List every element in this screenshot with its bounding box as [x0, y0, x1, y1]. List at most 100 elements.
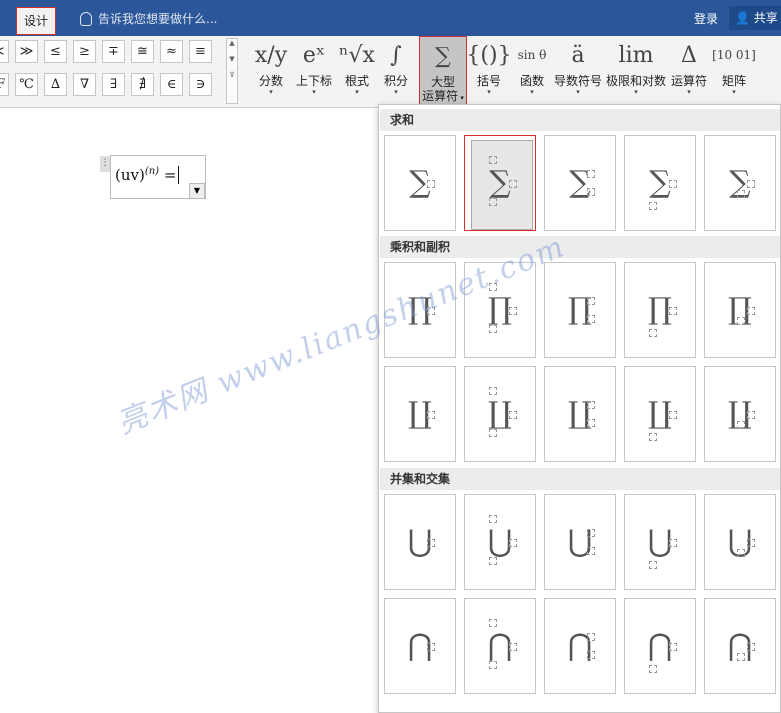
- operator-template-0-0-4[interactable]: ∑: [704, 135, 776, 231]
- placeholder-box: [747, 180, 755, 188]
- symbol-7[interactable]: ≡: [189, 40, 212, 63]
- operator-template-1-0-4[interactable]: ∏: [704, 262, 776, 358]
- operator-template-2-1-3[interactable]: ⋂: [624, 598, 696, 694]
- placeholder-box: [509, 307, 517, 315]
- accent-button[interactable]: ä 导数符号 ▾: [552, 36, 604, 108]
- placeholder-box: [747, 307, 755, 315]
- placeholder-box: [509, 539, 517, 547]
- placeholder-box: [587, 170, 595, 178]
- equation-text: (uv)(n) =: [115, 166, 180, 184]
- login-link[interactable]: 登录: [694, 10, 718, 27]
- placeholder-box: [669, 643, 677, 651]
- operator-template-0-0-3[interactable]: ∑: [624, 135, 696, 231]
- placeholder-box: [747, 643, 755, 651]
- operator-template-0-0-0[interactable]: ∑: [384, 135, 456, 231]
- section-header: 求和: [380, 109, 780, 131]
- operator-template-1-1-4[interactable]: ∐: [704, 366, 776, 462]
- operator-template-1-1-2[interactable]: ∐: [544, 366, 616, 462]
- integral-button[interactable]: ∫ 积分 ▾: [378, 36, 414, 108]
- accent-label: 导数符号: [553, 74, 602, 88]
- placeholder-box: [427, 539, 435, 547]
- limit-log-button[interactable]: lim 极限和对数 ▾: [605, 36, 667, 108]
- limit-log-label: 极限和对数: [605, 74, 666, 88]
- symbol-3[interactable]: ≥: [73, 40, 96, 63]
- matrix-button[interactable]: [10 01] 矩阵 ▾: [712, 36, 756, 108]
- script-button[interactable]: eˣ 上下标 ▾: [292, 36, 336, 108]
- symbol-9[interactable]: ℃: [15, 73, 38, 96]
- matrix-icon: [10 01]: [712, 48, 756, 62]
- operator-template-0-0-1[interactable]: ∑: [464, 135, 536, 231]
- symbol-1[interactable]: ≫: [15, 40, 38, 63]
- placeholder-box: [649, 433, 657, 441]
- equation-handle[interactable]: ⋮: [100, 156, 110, 172]
- placeholder-box: [587, 547, 595, 555]
- placeholder-box: [427, 180, 435, 188]
- placeholder-box: [649, 665, 657, 673]
- dropdown-arrow-icon: ▾: [355, 88, 359, 96]
- placeholder-box: [427, 643, 435, 651]
- dropdown-arrow-icon: ▾: [394, 88, 398, 96]
- bracket-button[interactable]: {()} 括号 ▾: [466, 36, 511, 108]
- symbol-13[interactable]: ∄: [131, 73, 154, 96]
- placeholder-box: [649, 329, 657, 337]
- share-button[interactable]: 👤 共享: [729, 6, 781, 30]
- operator-template-1-1-1[interactable]: ∐: [464, 366, 536, 462]
- operator-template-2-1-4[interactable]: ⋂: [704, 598, 776, 694]
- fraction-button[interactable]: x/y 分数 ▾: [252, 36, 290, 108]
- dropdown-arrow-icon: ▾: [487, 88, 491, 96]
- placeholder-box: [489, 325, 497, 333]
- operator-symbol: ∑: [649, 165, 671, 200]
- fraction-label: 分数: [258, 74, 283, 88]
- tab-design[interactable]: 设计: [16, 7, 56, 35]
- symbol-5[interactable]: ≅: [131, 40, 154, 63]
- symbol-8[interactable]: °F: [0, 73, 9, 96]
- function-label: 函数: [519, 74, 544, 88]
- large-operator-button[interactable]: ∑ 大型 运算符 ▾: [419, 36, 467, 108]
- radical-button[interactable]: ⁿ√x 根式 ▾: [338, 36, 376, 108]
- placeholder-box: [669, 539, 677, 547]
- symbol-2[interactable]: ≤: [44, 40, 67, 63]
- title-bar: 设计 告诉我您想要做什么... 登录 👤 共享: [0, 0, 781, 36]
- symbol-6[interactable]: ≈: [160, 40, 183, 63]
- operator-template-0-0-2[interactable]: ∑: [544, 135, 616, 231]
- script-icon: eˣ: [302, 42, 326, 68]
- symbol-0[interactable]: ≪: [0, 40, 9, 63]
- symbol-4[interactable]: ∓: [102, 40, 125, 63]
- tell-me-box[interactable]: 告诉我您想要做什么...: [80, 10, 217, 27]
- placeholder-box: [489, 619, 497, 627]
- operator-template-1-1-3[interactable]: ∐: [624, 366, 696, 462]
- equation-dropdown[interactable]: ▼: [189, 183, 205, 199]
- symbol-gallery-scroll[interactable]: ▲ ▼ ⊽: [226, 38, 238, 104]
- symbol-10[interactable]: ∆: [44, 73, 67, 96]
- operator-template-2-0-1[interactable]: ⋃: [464, 494, 536, 590]
- operator-template-1-0-3[interactable]: ∏: [624, 262, 696, 358]
- operator-button[interactable]: Δ 运算符 ▾: [668, 36, 710, 108]
- symbol-12[interactable]: ∃: [102, 73, 125, 96]
- operator-template-1-0-2[interactable]: ∏: [544, 262, 616, 358]
- operator-template-2-1-2[interactable]: ⋂: [544, 598, 616, 694]
- operator-template-1-1-0[interactable]: ∐: [384, 366, 456, 462]
- function-button[interactable]: sin θ 函数 ▾: [512, 36, 552, 108]
- dropdown-arrow-icon: ▾: [687, 88, 691, 96]
- operator-template-2-0-0[interactable]: ⋃: [384, 494, 456, 590]
- placeholder-box: [509, 411, 517, 419]
- operator-template-2-0-2[interactable]: ⋃: [544, 494, 616, 590]
- placeholder-box: [587, 529, 595, 537]
- bracket-label: 括号: [476, 74, 501, 88]
- operator-template-2-0-4[interactable]: ⋃: [704, 494, 776, 590]
- symbol-15[interactable]: ∋: [189, 73, 212, 96]
- placeholder-box: [489, 429, 497, 437]
- placeholder-box: [587, 315, 595, 323]
- operator-label: 运算符: [670, 74, 707, 88]
- script-label: 上下标: [295, 74, 332, 88]
- operator-template-2-1-0[interactable]: ⋂: [384, 598, 456, 694]
- placeholder-box: [509, 180, 517, 188]
- dropdown-arrow-icon: ▾: [269, 88, 273, 96]
- symbol-11[interactable]: ∇: [73, 73, 96, 96]
- symbol-14[interactable]: ∈: [160, 73, 183, 96]
- placeholder-box: [737, 549, 745, 557]
- placeholder-box: [509, 643, 517, 651]
- placeholder-box: [747, 411, 755, 419]
- operator-template-2-1-1[interactable]: ⋂: [464, 598, 536, 694]
- operator-template-2-0-3[interactable]: ⋃: [624, 494, 696, 590]
